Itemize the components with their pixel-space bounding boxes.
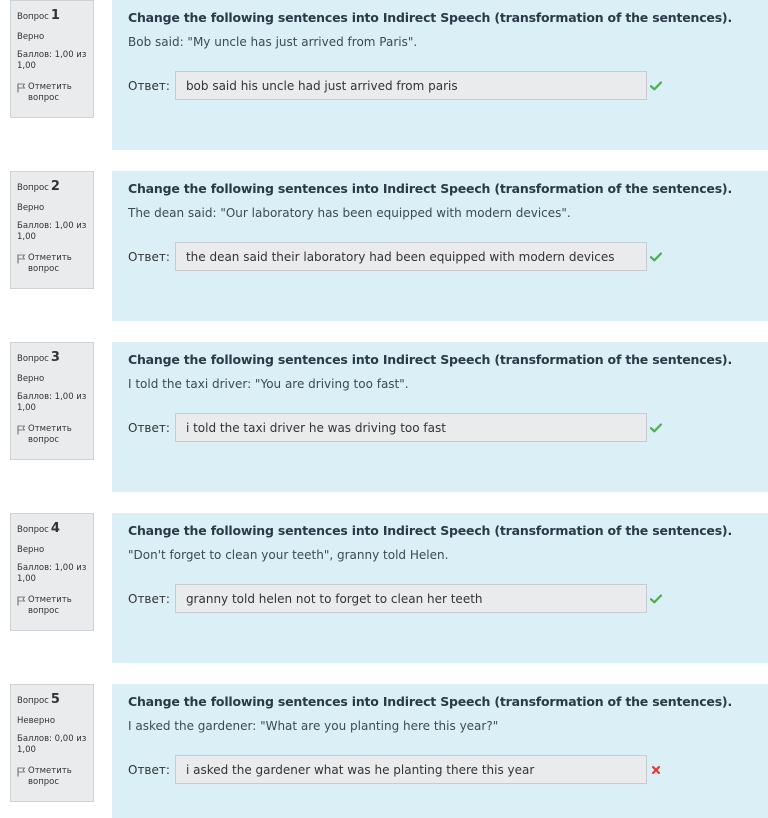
check-icon xyxy=(649,250,663,264)
flag-icon xyxy=(17,767,26,777)
question-state: Верно xyxy=(17,31,45,42)
question-state: Неверно xyxy=(17,715,56,726)
question-number-line: Вопрос 4 xyxy=(17,520,87,538)
question-title: Change the following sentences into Indi… xyxy=(128,523,732,538)
question-info: Вопрос 2 Верно Баллов: 1,00 из 1,00 Отме… xyxy=(10,171,94,289)
question-number: 2 xyxy=(50,179,60,194)
question-number: 1 xyxy=(50,8,60,23)
question-label: Вопрос xyxy=(17,525,49,535)
question-grade: Баллов: 1,00 из 1,00 xyxy=(17,392,87,414)
question-grade: Баллов: 1,00 из 1,00 xyxy=(17,563,87,585)
question-label: Вопрос xyxy=(17,12,49,22)
question-text: The dean said: "Our laboratory has been … xyxy=(128,206,571,220)
check-icon xyxy=(649,79,663,93)
flag-question-link[interactable]: Отметить вопрос xyxy=(17,424,87,447)
question-info: Вопрос 1 Верно Баллов: 1,00 из 1,00 Отме… xyxy=(10,0,94,118)
question-number-line: Вопрос 3 xyxy=(17,349,87,367)
question-title: Change the following sentences into Indi… xyxy=(128,694,732,709)
flag-question-link[interactable]: Отметить вопрос xyxy=(17,82,87,105)
question-number: 5 xyxy=(50,692,60,707)
cross-icon xyxy=(649,763,663,777)
question-info: Вопрос 5 Неверно Баллов: 0,00 из 1,00 От… xyxy=(10,684,94,802)
check-icon xyxy=(649,592,663,606)
answer-row: Ответ: xyxy=(128,584,663,613)
flag-question-link[interactable]: Отметить вопрос xyxy=(17,595,87,618)
question-state: Верно xyxy=(17,202,45,213)
answer-label: Ответ: xyxy=(128,249,170,264)
answer-row: Ответ: xyxy=(128,755,663,784)
question-title: Change the following sentences into Indi… xyxy=(128,10,732,25)
flag-question-label: Отметить вопрос xyxy=(28,81,72,104)
question-info: Вопрос 3 Верно Баллов: 1,00 из 1,00 Отме… xyxy=(10,342,94,460)
question-label: Вопрос xyxy=(17,183,49,193)
question-text: "Don't forget to clean your teeth", gran… xyxy=(128,548,449,562)
flag-icon xyxy=(17,83,26,93)
question-grade: Баллов: 1,00 из 1,00 xyxy=(17,50,87,72)
flag-question-label: Отметить вопрос xyxy=(28,252,72,275)
question-content: Change the following sentences into Indi… xyxy=(112,513,768,663)
question-label: Вопрос xyxy=(17,696,49,706)
answer-label: Ответ: xyxy=(128,762,170,777)
question-text: I told the taxi driver: "You are driving… xyxy=(128,377,409,391)
flag-question-label: Отметить вопрос xyxy=(28,423,72,446)
answer-input[interactable] xyxy=(174,413,647,442)
answer-row: Ответ: xyxy=(128,242,663,271)
answer-row: Ответ: xyxy=(128,413,663,442)
question-grade: Баллов: 1,00 из 1,00 xyxy=(17,221,87,243)
question-text: I asked the gardener: "What are you plan… xyxy=(128,719,499,733)
flag-icon xyxy=(17,425,26,435)
flag-question-link[interactable]: Отметить вопрос xyxy=(17,766,87,789)
question-grade: Баллов: 0,00 из 1,00 xyxy=(17,734,87,756)
flag-icon xyxy=(17,254,26,264)
flag-question-link[interactable]: Отметить вопрос xyxy=(17,253,87,276)
answer-label: Ответ: xyxy=(128,420,170,435)
question-number-line: Вопрос 5 xyxy=(17,691,87,709)
question-number: 4 xyxy=(50,521,60,536)
question-text: Bob said: "My uncle has just arrived fro… xyxy=(128,35,418,49)
question-content: Change the following sentences into Indi… xyxy=(112,0,768,150)
question-info: Вопрос 4 Верно Баллов: 1,00 из 1,00 Отме… xyxy=(10,513,94,631)
answer-input[interactable] xyxy=(174,71,647,100)
answer-row: Ответ: xyxy=(128,71,663,100)
flag-icon xyxy=(17,596,26,606)
flag-question-label: Отметить вопрос xyxy=(28,765,72,788)
question-content: Change the following sentences into Indi… xyxy=(112,342,768,492)
answer-label: Ответ: xyxy=(128,78,170,93)
question-number: 3 xyxy=(50,350,60,365)
answer-input[interactable] xyxy=(174,755,647,784)
flag-question-label: Отметить вопрос xyxy=(28,594,72,617)
check-icon xyxy=(649,421,663,435)
answer-input[interactable] xyxy=(174,242,647,271)
question-content: Change the following sentences into Indi… xyxy=(112,171,768,321)
answer-input[interactable] xyxy=(174,584,647,613)
question-number-line: Вопрос 1 xyxy=(17,7,87,25)
question-number-line: Вопрос 2 xyxy=(17,178,87,196)
question-state: Верно xyxy=(17,544,45,555)
answer-label: Ответ: xyxy=(128,591,170,606)
question-title: Change the following sentences into Indi… xyxy=(128,352,732,367)
question-state: Верно xyxy=(17,373,45,384)
question-title: Change the following sentences into Indi… xyxy=(128,181,732,196)
question-label: Вопрос xyxy=(17,354,49,364)
question-content: Change the following sentences into Indi… xyxy=(112,684,768,818)
